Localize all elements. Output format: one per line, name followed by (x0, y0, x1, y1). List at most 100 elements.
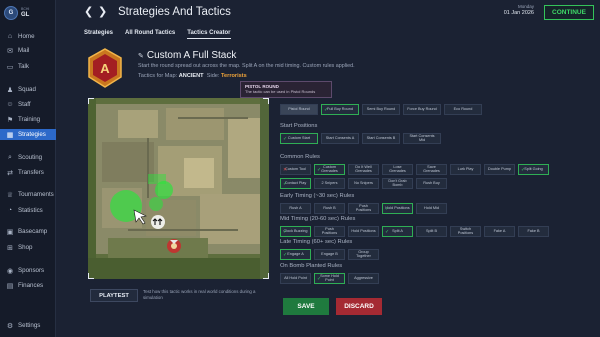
sidebar-item-staff[interactable]: ☺ Staff (0, 99, 56, 110)
basecamp-icon: ▣ (6, 228, 14, 236)
sidebar-item-label: Settings (18, 322, 41, 329)
tab-strategies[interactable]: Strategies (84, 30, 113, 39)
rule-chip[interactable]: Lurk Play (450, 164, 481, 175)
tab-all-round-tactics[interactable]: All Round Tactics (125, 30, 175, 39)
rule-chip[interactable]: Fake B (518, 226, 549, 237)
tactic-emblem-icon[interactable]: A (86, 48, 124, 88)
round-type-chip[interactable]: ✓ Full Buy Round (321, 104, 359, 115)
sidebar-item-tournaments[interactable]: ♕ Tournaments (0, 189, 56, 200)
chip-label: Force Buy Round (407, 106, 437, 111)
rule-chip[interactable]: ✕ Custom Tool (280, 164, 311, 175)
save-button[interactable]: SAVE (283, 298, 329, 315)
rule-chip[interactable]: Rush A (280, 203, 311, 214)
rule-chip[interactable]: No Snipers (348, 178, 379, 189)
sidebar-item-label: Transfers (18, 169, 44, 176)
section-late-timing: Late Timing (60+ sec) Rules (280, 239, 353, 245)
rule-chip[interactable]: Start Consents Mid (403, 133, 441, 144)
round-type-chip[interactable]: Eco Round (444, 104, 482, 115)
rule-chip[interactable]: ✓ Contact Play (280, 178, 311, 189)
tournaments-icon: ♕ (6, 191, 14, 199)
sidebar-item-talk[interactable]: ▭ Talk (0, 61, 56, 72)
sidebar-item-label: Scouting (18, 154, 43, 161)
section-start-positions: Start Positions (280, 123, 318, 129)
pistol-round-tooltip: PISTOL ROUND The tactic can be used in P… (240, 81, 332, 98)
chip-label: Start Consents A (325, 135, 355, 140)
round-type-chip[interactable]: Pistol Round (280, 104, 318, 115)
continue-button[interactable]: CONTINUE (544, 5, 594, 20)
rule-chip[interactable]: Hold Positions (348, 226, 379, 237)
map-corner-bl (88, 273, 94, 279)
rule-chip[interactable]: ✓ Hold Positions (382, 203, 413, 214)
round-type-chip[interactable]: Force Buy Round (403, 104, 441, 115)
rule-chip[interactable]: ✓ Clock Buzzing (280, 226, 311, 237)
sidebar: G BCHI GL ⌂ Home ✉ Mail ▭ Talk ♟ Squad ☺… (0, 0, 56, 337)
rule-chip[interactable]: 2 Snipers (314, 178, 345, 189)
rule-chip[interactable]: Double Pump (484, 164, 515, 175)
shop-icon: ⊞ (7, 244, 13, 252)
tactic-description: Start the round spread out across the ma… (138, 63, 355, 69)
discard-button[interactable]: DISCARD (336, 298, 382, 315)
back-arrow-icon[interactable]: ❮ (84, 5, 93, 18)
sidebar-item-basecamp[interactable]: ▣ Basecamp (0, 226, 56, 237)
page-title: Strategies And Tactics (118, 6, 231, 18)
rule-chip[interactable]: ✓ Some Hold Point (314, 273, 345, 284)
sidebar-item-settings[interactable]: ⚙ Settings (0, 320, 56, 331)
rule-chip[interactable]: ✓ Split A (382, 226, 413, 237)
sidebar-item-mail[interactable]: ✉ Mail (0, 45, 56, 56)
playtest-button[interactable]: PLAYTEST (90, 289, 138, 302)
tactic-name[interactable]: ✎ Custom A Full Stack (138, 50, 236, 61)
rule-chip[interactable]: ✓ Custom Grenades (314, 164, 345, 175)
rule-chip[interactable]: Do It Well Grenades (348, 164, 379, 175)
rule-chip[interactable]: Aggressive (348, 273, 379, 284)
check-icon: ✓ (324, 106, 329, 113)
sidebar-item-strategies[interactable]: ▦ Strategies (0, 129, 56, 140)
rule-chip[interactable]: Split B (416, 226, 447, 237)
sidebar-item-label: Basecamp (18, 228, 48, 235)
rule-chip[interactable]: Push Positions (348, 203, 379, 214)
chip-label: 2 Snipers (321, 180, 338, 185)
rule-chip[interactable]: Rush Buy (416, 178, 447, 189)
rule-chip[interactable]: ✓ Split Going (518, 164, 549, 175)
chip-label: Custom Start (287, 135, 311, 140)
sidebar-item-sponsors[interactable]: ◉ Sponsors (0, 265, 56, 276)
tactic-map-view[interactable] (88, 98, 269, 279)
common-rules-row-1: ✕ Custom Tool ✓ Custom Grenades Do It Well… (280, 164, 549, 175)
rule-chip[interactable]: Start Consents A (321, 133, 359, 144)
rule-chip[interactable]: Don't Grab Bomb (382, 178, 413, 189)
forward-arrow-icon[interactable]: ❯ (98, 5, 107, 18)
rule-chip[interactable]: Engage B (314, 249, 345, 260)
sidebar-item-training[interactable]: ⚑ Training (0, 114, 56, 125)
rule-chip[interactable]: ✓ Custom Start (280, 133, 318, 144)
edit-pen-icon[interactable]: ✎ (138, 53, 144, 60)
check-icon: ✓ (283, 135, 288, 142)
sidebar-item-label: Squad (18, 86, 36, 93)
chip-label: Rush Buy (423, 180, 440, 185)
rule-chip[interactable]: Group Together (348, 249, 379, 260)
settings-icon: ⚙ (6, 322, 14, 330)
sidebar-item-label: Strategies (18, 131, 46, 138)
rule-chip[interactable]: Save Grenades (416, 164, 447, 175)
sidebar-item-statistics[interactable]: ◔ Statistics (0, 205, 56, 216)
round-type-chip[interactable]: Semi Buy Round (362, 104, 400, 115)
chip-label: Fake A (493, 228, 506, 233)
sidebar-item-scouting[interactable]: ⌕ Scouting (0, 152, 56, 163)
rule-chip[interactable]: Lose Grenades (382, 164, 413, 175)
rule-chip[interactable]: Fake A (484, 226, 515, 237)
sidebar-item-shop[interactable]: ⊞ Shop (0, 242, 56, 253)
sidebar-item-transfers[interactable]: ⇄ Transfers (0, 167, 56, 178)
rule-chip[interactable]: Switch Positions (450, 226, 481, 237)
rule-chip[interactable]: All Hold Point (280, 273, 311, 284)
chip-label: Hold Mid (424, 205, 439, 210)
check-icon: ✓ (385, 228, 390, 235)
rule-chip[interactable]: ✓ Engage A (280, 249, 311, 260)
sidebar-item-home[interactable]: ⌂ Home (0, 31, 56, 42)
sidebar-item-finances[interactable]: ▤ Finances (0, 280, 56, 291)
team-brand[interactable]: G BCHI GL (4, 4, 54, 22)
rule-chip[interactable]: Start Consents B (362, 133, 400, 144)
rule-chip[interactable]: Rush B (314, 203, 345, 214)
tab-tactics-creator[interactable]: Tactics Creator (187, 30, 231, 39)
sidebar-item-squad[interactable]: ♟ Squad (0, 84, 56, 95)
rule-chip[interactable]: Push Positions (314, 226, 345, 237)
round-type-row: Pistol Round ✓ Full Buy Round Semi Buy Ro… (280, 104, 482, 115)
rule-chip[interactable]: Hold Mid (416, 203, 447, 214)
